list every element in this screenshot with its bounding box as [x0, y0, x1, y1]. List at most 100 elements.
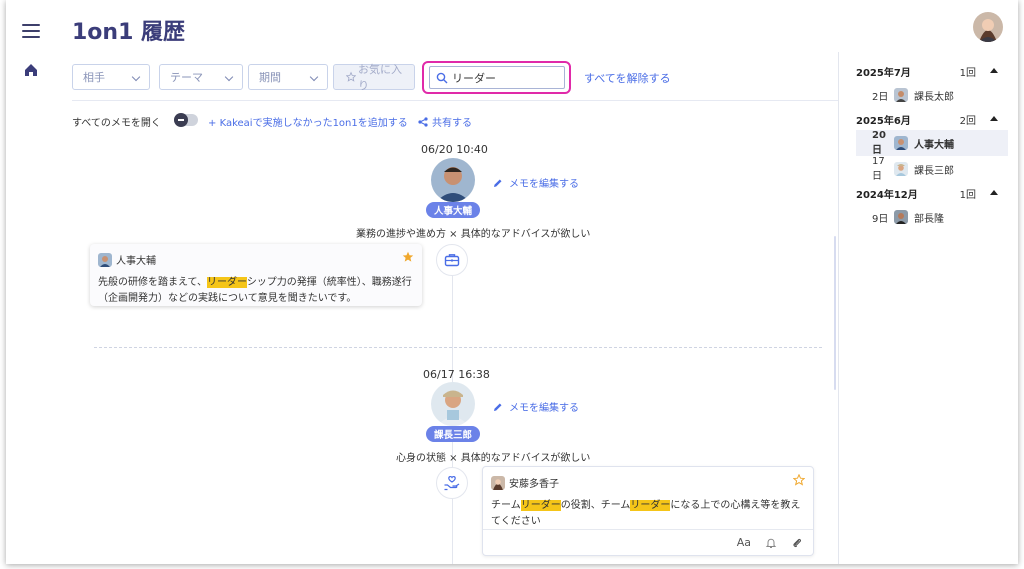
share-icon	[418, 116, 428, 127]
memo-card[interactable]: 人事大輔 先般の研修を踏まえて、リーダーシップ力の発揮（統率性）、職務遂行（企画…	[90, 244, 422, 306]
history-day: 20日	[872, 130, 886, 156]
history-name: 人事大輔	[914, 139, 954, 151]
history-day: 2日	[872, 91, 889, 103]
history-item-active[interactable]: 20日 人事大輔	[856, 130, 1008, 156]
app-window: 1on1 履歴 相手 テーマ 期間 お気に入り リーダー すべてを解除する すべ…	[6, 0, 1018, 564]
entry-datetime: 06/17 16:38	[423, 368, 490, 381]
avatar	[431, 382, 475, 426]
history-day: 9日	[872, 213, 889, 225]
page-title: 1on1 履歴	[72, 20, 186, 45]
memo-author-name: 人事大輔	[116, 256, 156, 267]
heart-hand-icon	[436, 467, 468, 499]
search-icon	[436, 72, 448, 84]
search-input[interactable]: リーダー	[429, 66, 565, 89]
memo-text-part: 先般の研修を踏まえて、	[98, 277, 207, 288]
history-item[interactable]: 9日 部長隆	[848, 204, 1008, 230]
history-panel: 2025年7月 1回 2日 課長太郎 2025年6月 2回 20日 人事大輔 1…	[848, 60, 1008, 230]
favorite-filter-label: お気に入り	[358, 63, 403, 92]
history-count: 1回	[959, 67, 976, 79]
avatar	[894, 88, 908, 102]
history-name: 課長三郎	[914, 165, 954, 177]
entry-name-pill: 課長三郎	[426, 426, 481, 442]
search-match-highlight: リーダー	[207, 277, 247, 288]
period-filter-label: 期間	[259, 71, 281, 84]
memo-text: 先般の研修を踏まえて、リーダーシップ力の発揮（統率性）、職務遂行（企画開発力）な…	[98, 275, 414, 307]
period-filter[interactable]: 期間	[248, 64, 328, 90]
edit-memo-label: メモを編集する	[509, 403, 579, 414]
memo-author: 安藤多香子	[491, 475, 805, 490]
add-outside-1on1-link[interactable]: + Kakeaiで実施しなかった1on1を追加する	[208, 114, 408, 129]
hamburger-menu-icon[interactable]	[22, 24, 40, 38]
history-item[interactable]: 17日 課長三郎	[848, 156, 1008, 182]
entry-separator	[94, 347, 822, 348]
memo-author: 人事大輔	[98, 252, 414, 267]
bell-icon[interactable]	[765, 537, 777, 549]
open-all-memos-label: すべてのメモを開く	[72, 118, 161, 129]
history-item[interactable]: 2日 課長太郎	[848, 82, 1008, 108]
search-input-value: リーダー	[452, 71, 496, 85]
memo-card-footer: Aa	[483, 529, 813, 555]
open-all-memos-toggle[interactable]	[174, 113, 198, 127]
caret-up-icon	[990, 68, 998, 73]
history-month: 2024年12月	[856, 189, 918, 201]
avatar	[491, 475, 505, 490]
pencil-icon	[494, 403, 502, 411]
entry-theme: 心身の状態 × 具体的なアドバイスが欲しい	[396, 453, 591, 464]
partner-filter-label: 相手	[83, 71, 105, 84]
caret-up-icon	[990, 116, 998, 121]
user-avatar[interactable]	[973, 12, 1003, 42]
avatar	[894, 210, 908, 224]
avatar	[431, 158, 475, 202]
memo-text: チームリーダーの役割、チームリーダーになる上での心構え等を教えてください	[491, 498, 805, 530]
memo-text-part: チーム	[491, 500, 521, 511]
memo-card[interactable]: 安藤多香子 チームリーダーの役割、チームリーダーになる上での心構え等を教えてくだ…	[482, 466, 814, 556]
briefcase-icon	[436, 244, 468, 276]
avatar	[894, 162, 908, 176]
edit-memo-link[interactable]: メモを編集する	[493, 399, 579, 414]
avatar	[98, 252, 112, 267]
entry-datetime: 06/20 10:40	[421, 143, 488, 156]
font-format-button[interactable]: Aa	[737, 536, 751, 549]
caret-up-icon	[990, 190, 998, 195]
panel-divider	[838, 52, 839, 564]
chevron-down-icon	[224, 72, 234, 82]
share-link[interactable]: 共有する	[418, 114, 472, 129]
divider	[72, 100, 838, 101]
history-month-header[interactable]: 2025年7月 1回	[848, 60, 1008, 82]
search-match-highlight: リーダー	[520, 500, 561, 511]
paperclip-icon[interactable]	[791, 537, 803, 549]
edit-memo-label: メモを編集する	[509, 179, 579, 190]
theme-filter-label: テーマ	[170, 71, 203, 84]
left-rail	[6, 0, 58, 564]
partner-filter[interactable]: 相手	[72, 64, 150, 90]
search-match-highlight: リーダー	[630, 500, 671, 511]
history-count: 2回	[959, 115, 976, 127]
history-month-header[interactable]: 2024年12月 1回	[848, 182, 1008, 204]
history-name: 部長隆	[914, 213, 944, 225]
memo-text-part: の役割、チーム	[560, 500, 631, 511]
favorite-filter[interactable]: お気に入り	[333, 63, 415, 92]
plus-icon: +	[208, 118, 220, 129]
star-filled-icon[interactable]	[402, 251, 414, 263]
share-label: 共有する	[432, 118, 472, 129]
edit-memo-link[interactable]: メモを編集する	[493, 175, 579, 190]
history-day: 17日	[872, 156, 885, 182]
add-outside-label: Kakeaiで実施しなかった1on1を追加する	[219, 118, 408, 129]
clear-all-link[interactable]: すべてを解除する	[584, 70, 671, 86]
star-outline-icon[interactable]	[793, 474, 805, 486]
history-month: 2025年7月	[856, 67, 911, 79]
history-month-header[interactable]: 2025年6月 2回	[848, 108, 1008, 130]
toolbar: すべてのメモを開く + Kakeaiで実施しなかった1on1を追加する 共有する	[72, 113, 472, 129]
memo-author-name: 安藤多香子	[509, 479, 559, 490]
avatar	[894, 136, 908, 150]
chevron-down-icon	[131, 72, 141, 82]
home-icon[interactable]	[24, 63, 38, 77]
history-month: 2025年6月	[856, 115, 911, 127]
history-name: 課長太郎	[914, 91, 954, 103]
entry-theme: 業務の進捗や進め方 × 具体的なアドバイスが欲しい	[356, 229, 591, 240]
history-count: 1回	[959, 189, 976, 201]
chevron-down-icon	[309, 72, 319, 82]
theme-filter[interactable]: テーマ	[159, 64, 243, 90]
scrollbar[interactable]	[834, 236, 836, 390]
pencil-icon	[494, 179, 502, 187]
